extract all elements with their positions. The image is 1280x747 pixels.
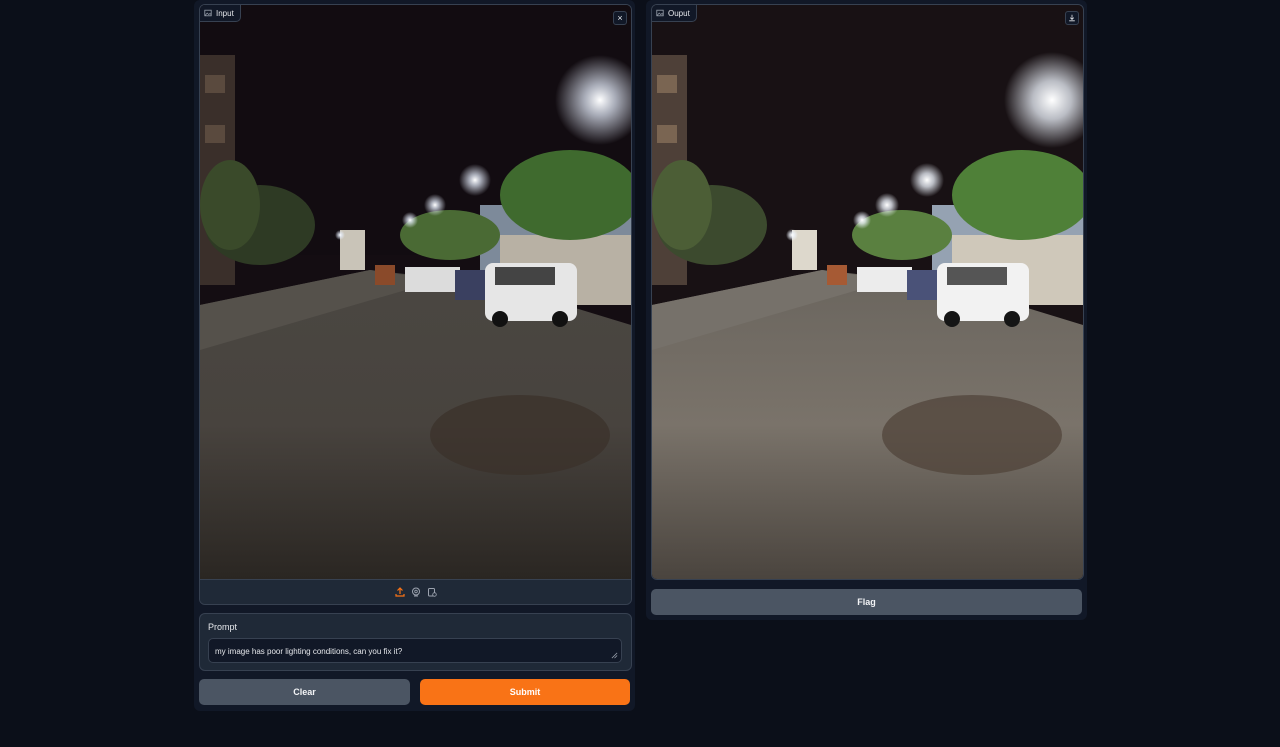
resize-grip-icon[interactable] [611,652,618,659]
webcam-icon[interactable] [411,587,421,597]
input-image-panel[interactable]: Input × [199,4,632,605]
download-icon [1069,14,1075,22]
prompt-label: Prompt [208,622,238,632]
clipboard-icon[interactable] [427,587,437,597]
upload-icon[interactable] [394,587,405,597]
submit-button[interactable]: Submit [420,679,630,705]
output-label-tag: Ouput [652,5,697,22]
input-label-tag: Input [200,5,241,22]
output-image [652,5,1083,579]
image-icon [204,9,212,17]
image-icon [656,9,664,17]
output-image-panel: Ouput [651,4,1084,580]
download-button[interactable] [1065,11,1079,25]
image-source-bar [200,579,631,604]
input-image [200,5,631,580]
input-column: Input × Prompt my image has poor lightin… [194,0,635,711]
input-label: Input [216,8,234,18]
close-icon: × [617,12,623,23]
clear-button[interactable]: Clear [199,679,410,705]
flag-button[interactable]: Flag [651,589,1082,615]
prompt-panel: Prompt my image has poor lighting condit… [199,613,632,671]
prompt-text: my image has poor lighting conditions, c… [215,647,403,656]
output-column: Ouput Flag [646,0,1087,620]
prompt-input[interactable]: my image has poor lighting conditions, c… [208,638,622,663]
clear-image-button[interactable]: × [613,11,627,25]
output-label: Ouput [668,8,690,18]
